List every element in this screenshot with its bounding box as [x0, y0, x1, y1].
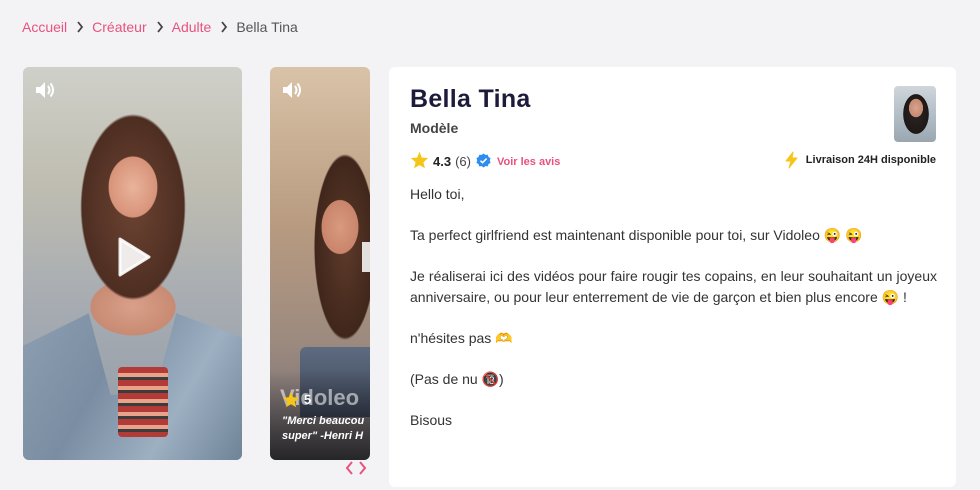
description-paragraph: Hello toi, [410, 186, 465, 202]
chevron-right-icon[interactable] [358, 461, 367, 475]
avatar[interactable] [894, 86, 936, 142]
description-paragraph: Je réaliserai ici des vidéos pour faire … [410, 268, 937, 305]
chevron-right-icon [156, 21, 164, 33]
breadcrumb-creator[interactable]: Créateur [92, 19, 146, 35]
rating-count: (6) [455, 154, 471, 169]
breadcrumb-current: Bella Tina [236, 19, 298, 35]
chevron-right-icon [76, 21, 84, 33]
video-card-1[interactable] [23, 67, 242, 460]
breadcrumb-adult[interactable]: Adulte [172, 19, 212, 35]
delivery-info: Livraison 24H disponible [784, 151, 936, 169]
creator-role: Modèle [410, 120, 459, 136]
star-icon [282, 391, 300, 408]
creator-name: Bella Tina [410, 85, 531, 113]
breadcrumb-home[interactable]: Accueil [22, 19, 67, 35]
review-quote-line-2: super" -Henri H [282, 430, 364, 442]
carousel-nav [345, 461, 367, 475]
chevron-right-icon [220, 21, 228, 33]
review-rating-value: 5 [304, 392, 312, 407]
play-icon[interactable] [117, 237, 151, 277]
sound-icon[interactable] [282, 81, 304, 99]
review-quote-line-1: "Merci beaucou [282, 415, 365, 427]
description-paragraph: Bisous [410, 412, 453, 428]
star-icon [410, 151, 429, 172]
sound-icon[interactable] [35, 81, 57, 99]
rating-score: 4.3 [433, 154, 452, 169]
rating-row: 4.3 (6) Voir les avis [410, 151, 560, 172]
video-card-2[interactable]: Vidoleo 5 "Merci beaucou super" -Henri H [270, 67, 370, 460]
lightning-icon [785, 151, 798, 169]
creator-description: Hello toi, Ta perfect girlfriend est mai… [410, 184, 937, 451]
delivery-text: Livraison 24H disponible [805, 154, 936, 166]
chevron-left-icon[interactable] [345, 461, 354, 475]
description-paragraph: n'hésites pas 🫶 [410, 330, 513, 346]
description-paragraph: Ta perfect girlfriend est maintenant dis… [410, 227, 863, 243]
description-paragraph: (Pas de nu 🔞) [410, 371, 504, 387]
review-rating: 5 [282, 391, 364, 408]
breadcrumb: Accueil Créateur Adulte Bella Tina [22, 19, 298, 35]
profile-card: Bella Tina Modèle 4.3 (6) Voir les avis … [389, 67, 956, 487]
play-icon[interactable] [362, 242, 370, 272]
verified-icon [476, 152, 491, 171]
review-overlay: 5 "Merci beaucou super" -Henri H [282, 391, 364, 444]
see-reviews-link[interactable]: Voir les avis [497, 156, 560, 168]
